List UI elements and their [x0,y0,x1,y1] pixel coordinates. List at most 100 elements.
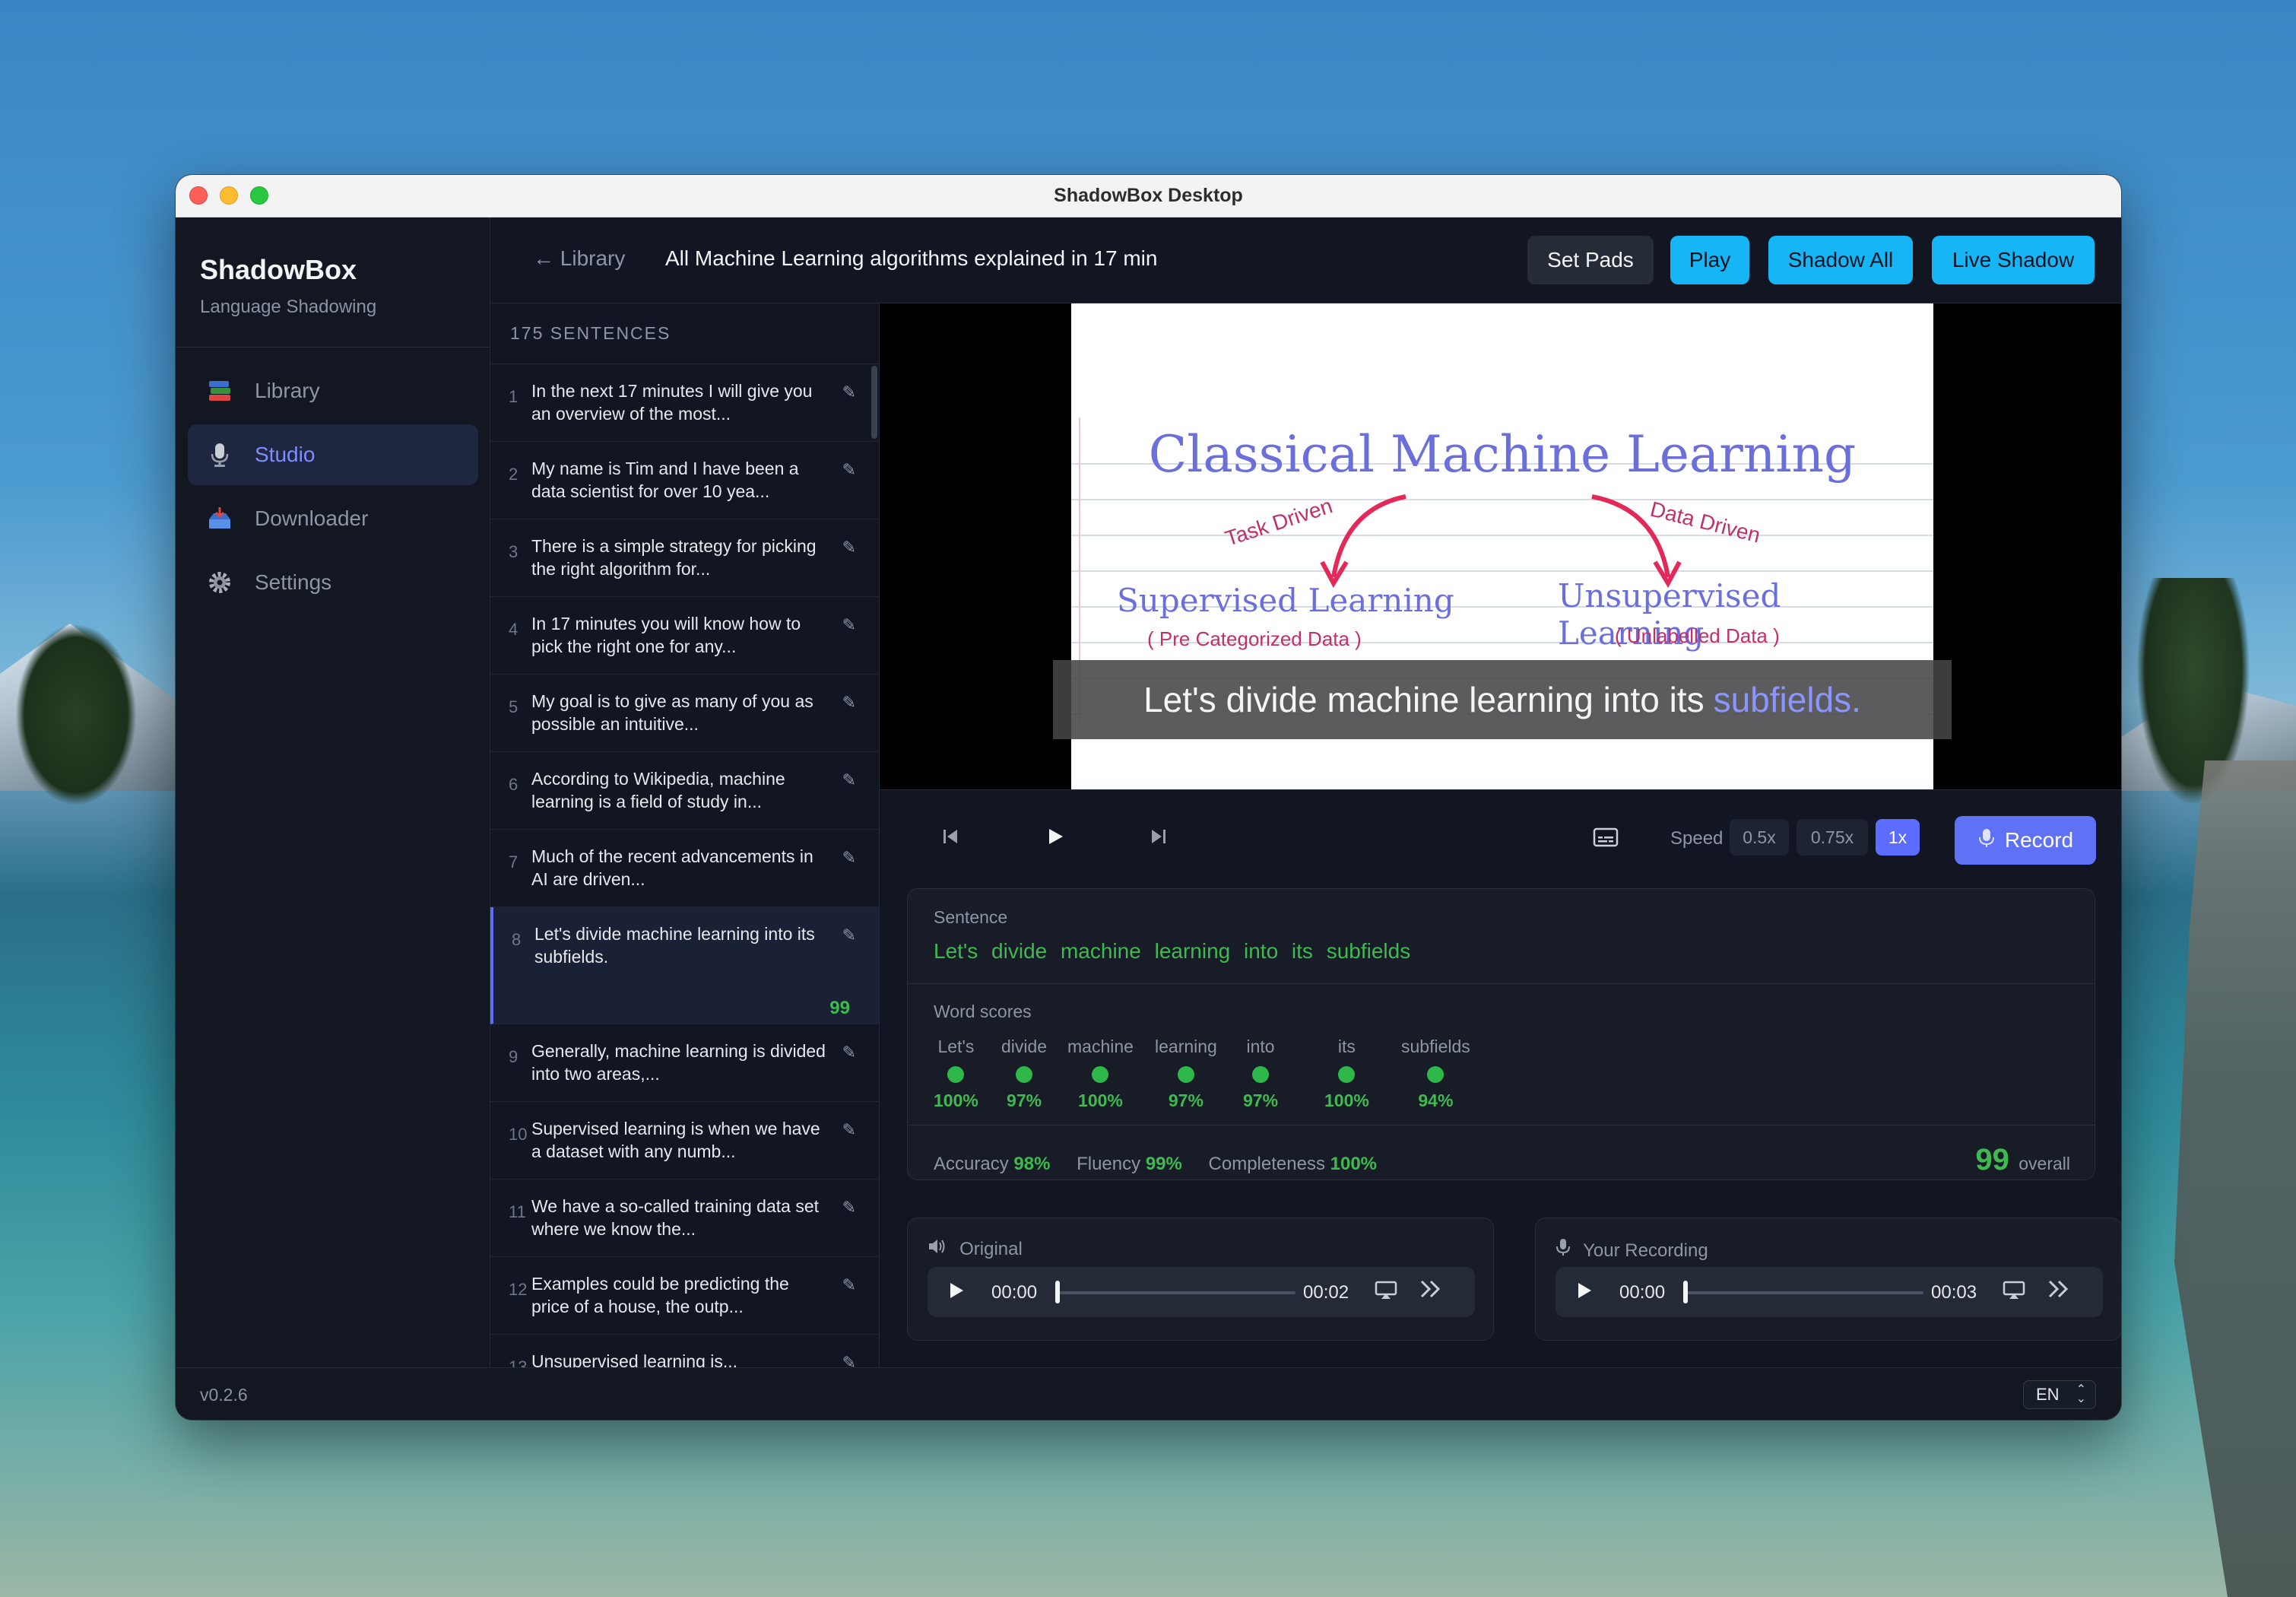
edit-pencil-icon[interactable]: ✎ [842,1120,856,1140]
video-player[interactable]: Classical Machine Learning Task Driven D… [880,303,2121,789]
fluency-value: 99% [1145,1154,1182,1174]
sentence-item[interactable]: 6 According to Wikipedia, machine learnin… [490,752,879,830]
sentence-item[interactable]: 10 Supervised learning is when we have a … [490,1102,879,1179]
edit-pencil-icon[interactable]: ✎ [842,1198,856,1218]
word-score: machine 100% [1067,1037,1134,1111]
sentence-item[interactable]: 12 Examples could be predicting the price… [490,1257,879,1335]
sentence-number: 7 [509,852,519,872]
app-version: v0.2.6 [200,1385,248,1405]
edit-pencil-icon[interactable]: ✎ [842,848,856,868]
sidebar-item-library[interactable]: Library [188,360,478,421]
slide-supervised-heading: Supervised Learning [1117,582,1454,619]
seek-bar[interactable] [1055,1291,1295,1294]
word-label: divide [1001,1037,1048,1056]
sentence-item[interactable]: 9 Generally, machine learning is divided … [490,1024,879,1102]
record-label: Record [2004,828,2074,852]
edit-pencil-icon[interactable]: ✎ [842,693,856,713]
sentence-item[interactable]: 1 In the next 17 minutes I will give you … [490,364,879,442]
close-window-button[interactable] [189,186,208,205]
subtitles-icon[interactable] [1593,827,1619,853]
completeness-label: Completeness [1208,1154,1325,1174]
record-button[interactable]: Record [1955,816,2096,865]
sidebar-item-label: Settings [255,570,332,594]
sentence-list-scrollbar[interactable] [871,366,877,439]
fast-forward-icon[interactable] [1419,1278,1443,1306]
edit-pencil-icon[interactable]: ✎ [842,538,856,557]
brand: ShadowBox Language Shadowing [200,254,376,318]
word-label: Let's [937,1037,975,1056]
word-score: divide 97% [1001,1037,1047,1111]
play-icon[interactable] [1045,827,1065,852]
sidebar-nav: Library Studio Downloader Settings [188,360,478,616]
sentence-item[interactable]: 5 My goal is to give as many of you as po… [490,675,879,752]
sentence-list: 1 In the next 17 minutes I will give you … [490,364,879,1367]
accuracy-value: 98% [1013,1154,1051,1174]
edit-pencil-icon[interactable]: ✎ [842,770,856,790]
word-scores-label: Word scores [934,1002,1032,1021]
sentence-label: Sentence [934,907,1008,927]
edit-pencil-icon[interactable]: ✎ [842,460,856,480]
current-time: 00:00 [991,1282,1038,1303]
speed-0.5x-button[interactable]: 0.5x [1730,819,1789,856]
original-audio-card: Original 00:00 00:02 [907,1218,1494,1341]
speed-label: Speed [1670,828,1724,849]
video-title: All Machine Learning algorithms explaine… [665,246,1158,270]
sidebar-item-settings[interactable]: Settings [188,552,478,613]
playback-controls: Speed 0.5x 0.75x 1x Record [880,789,2121,888]
set-pads-button[interactable]: Set Pads [1527,236,1654,284]
play-icon[interactable] [1575,1281,1594,1306]
word-score-value: 97% [1243,1091,1279,1110]
sentence-item[interactable]: 2 My name is Tim and I have been a data s… [490,442,879,519]
window-title: ShadowBox Desktop [1054,185,1243,206]
edit-pencil-icon[interactable]: ✎ [842,1043,856,1062]
seek-handle[interactable] [1683,1281,1688,1303]
sentence-item[interactable]: 11 We have a so-called training data set … [490,1179,879,1257]
back-to-library-link[interactable]: ← Library [533,246,625,271]
minimize-window-button[interactable] [220,186,238,205]
brand-subtitle: Language Shadowing [200,297,377,317]
live-shadow-button[interactable]: Live Shadow [1932,236,2095,284]
shadow-all-button[interactable]: Shadow All [1768,236,1913,284]
previous-sentence-icon[interactable] [940,827,960,852]
airplay-icon[interactable] [2003,1281,2025,1306]
play-button[interactable]: Play [1670,236,1749,284]
next-sentence-icon[interactable] [1149,827,1169,852]
edit-pencil-icon[interactable]: ✎ [842,1353,856,1367]
speed-0.75x-button[interactable]: 0.75x [1797,819,1868,856]
seek-handle[interactable] [1055,1281,1060,1303]
sentence-list-panel: 175 SENTENCES 1 In the next 17 minutes I … [490,303,880,1367]
zoom-window-button[interactable] [250,186,268,205]
sentence-number: 6 [509,775,519,794]
word-score-value: 100% [1324,1091,1369,1110]
language-select[interactable]: EN ⌃ ⌄ [2023,1380,2096,1409]
score-divider [908,983,2095,984]
sentence-item[interactable]: 8 Let's divide machine learning into its … [490,907,879,1024]
sidebar-item-downloader[interactable]: Downloader [188,488,478,549]
word-score: its 100% [1324,1037,1369,1111]
airplay-icon[interactable] [1375,1281,1397,1306]
word-score-value: 94% [1418,1091,1454,1110]
edit-pencil-icon[interactable]: ✎ [842,925,856,945]
sentence-number: 3 [509,542,519,561]
subtitle-highlight: subfields. [1713,680,1861,719]
sidebar-item-studio[interactable]: Studio [188,424,478,485]
fast-forward-icon[interactable] [2047,1278,2071,1306]
speed-1x-button[interactable]: 1x [1876,819,1920,856]
wallpaper-tree-left [15,624,137,806]
microphone-icon [1977,827,1996,854]
edit-pencil-icon[interactable]: ✎ [842,383,856,402]
sentence-number: 9 [509,1047,519,1066]
sentence-number: 13 [509,1357,528,1367]
sentence-item[interactable]: 3 There is a simple strategy for picking … [490,519,879,597]
duration: 00:02 [1303,1282,1349,1303]
word-label: subfields [1401,1037,1470,1056]
sentence-item[interactable]: 13 Unsupervised learning is... ✎ [490,1335,879,1367]
play-icon[interactable] [947,1281,966,1306]
word-label: machine [1067,1037,1134,1056]
word-score: Let's 100% [934,1037,978,1111]
sentence-item[interactable]: 7 Much of the recent advancements in AI a… [490,830,879,907]
edit-pencil-icon[interactable]: ✎ [842,615,856,635]
sentence-item[interactable]: 4 In 17 minutes you will know how to pick… [490,597,879,675]
seek-bar[interactable] [1683,1291,1923,1294]
edit-pencil-icon[interactable]: ✎ [842,1275,856,1295]
